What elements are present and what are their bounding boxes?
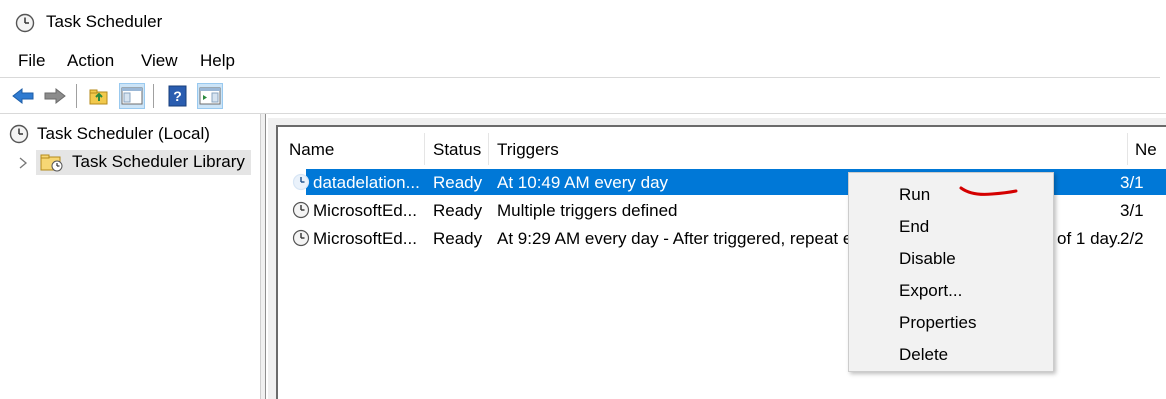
- pane-splitter[interactable]: [260, 114, 266, 399]
- window-title: Task Scheduler: [46, 12, 163, 31]
- task-clock-icon: [292, 201, 310, 224]
- task-next-run: 2/2: [1120, 229, 1144, 248]
- clock-icon: [9, 124, 29, 144]
- menu-view[interactable]: View: [141, 51, 178, 71]
- toolbar-separator: [76, 84, 77, 108]
- show-hide-console-tree-icon[interactable]: [119, 83, 145, 109]
- menu-item-run[interactable]: Run: [899, 185, 930, 205]
- menu-item-properties[interactable]: Properties: [899, 313, 976, 333]
- menu-item-export[interactable]: Export...: [899, 281, 962, 301]
- svg-text:?: ?: [173, 88, 182, 104]
- task-triggers: At 10:49 AM every day: [497, 173, 669, 192]
- tree-item-local[interactable]: Task Scheduler (Local): [9, 124, 210, 144]
- menu-item-end[interactable]: End: [899, 217, 929, 237]
- context-menu: Run End Disable Export... Properties Del…: [848, 172, 1054, 372]
- task-next-run: 3/1: [1120, 173, 1144, 192]
- up-folder-icon[interactable]: [86, 83, 112, 109]
- tree-item-label: Task Scheduler (Local): [37, 124, 210, 143]
- title-bar: Task Scheduler: [0, 0, 1166, 46]
- toolbar: ?: [0, 78, 1166, 114]
- back-arrow-icon[interactable]: [10, 83, 36, 109]
- column-divider[interactable]: [1127, 133, 1128, 165]
- tree-item-label: Task Scheduler Library: [72, 152, 245, 171]
- menu-action[interactable]: Action: [67, 51, 114, 71]
- red-annotation-mark: [958, 180, 1022, 205]
- menu-help[interactable]: Help: [200, 51, 235, 71]
- task-name: MicrosoftEd...: [313, 201, 417, 220]
- column-divider[interactable]: [488, 133, 489, 165]
- column-header-name[interactable]: Name: [289, 140, 334, 160]
- task-triggers: Multiple triggers defined: [497, 201, 678, 220]
- menu-item-disable[interactable]: Disable: [899, 249, 956, 269]
- clock-icon: [15, 13, 35, 38]
- column-header-status[interactable]: Status: [433, 140, 481, 160]
- help-icon[interactable]: ?: [165, 83, 191, 109]
- task-status: Ready: [433, 173, 483, 192]
- column-divider[interactable]: [424, 133, 425, 165]
- task-status: Ready: [433, 229, 483, 248]
- task-triggers: At 9:29 AM every day - After triggered, …: [497, 229, 853, 248]
- column-header-triggers[interactable]: Triggers: [497, 140, 559, 160]
- toolbar-separator: [153, 84, 154, 108]
- task-name: MicrosoftEd...: [313, 229, 417, 248]
- task-name: datadelation...: [313, 173, 420, 192]
- console-tree: Task Scheduler (Local) Task Scheduler Li…: [0, 114, 260, 399]
- menu-bar: File Action View Help: [0, 46, 1166, 76]
- task-next-run: 3/1: [1120, 201, 1144, 220]
- show-hide-action-pane-icon[interactable]: [197, 83, 223, 109]
- task-clock-icon: [292, 229, 310, 252]
- forward-arrow-icon[interactable]: [42, 83, 68, 109]
- task-triggers-tail: of 1 day.: [1057, 229, 1121, 248]
- tree-item-library[interactable]: Task Scheduler Library: [18, 150, 251, 175]
- task-clock-icon: [292, 173, 310, 196]
- column-header-next-run[interactable]: Ne: [1135, 140, 1157, 160]
- folder-clock-icon: [40, 152, 64, 172]
- chevron-right-icon[interactable]: [18, 156, 32, 170]
- menu-file[interactable]: File: [18, 51, 45, 71]
- menu-item-delete[interactable]: Delete: [899, 345, 948, 365]
- task-status: Ready: [433, 201, 483, 220]
